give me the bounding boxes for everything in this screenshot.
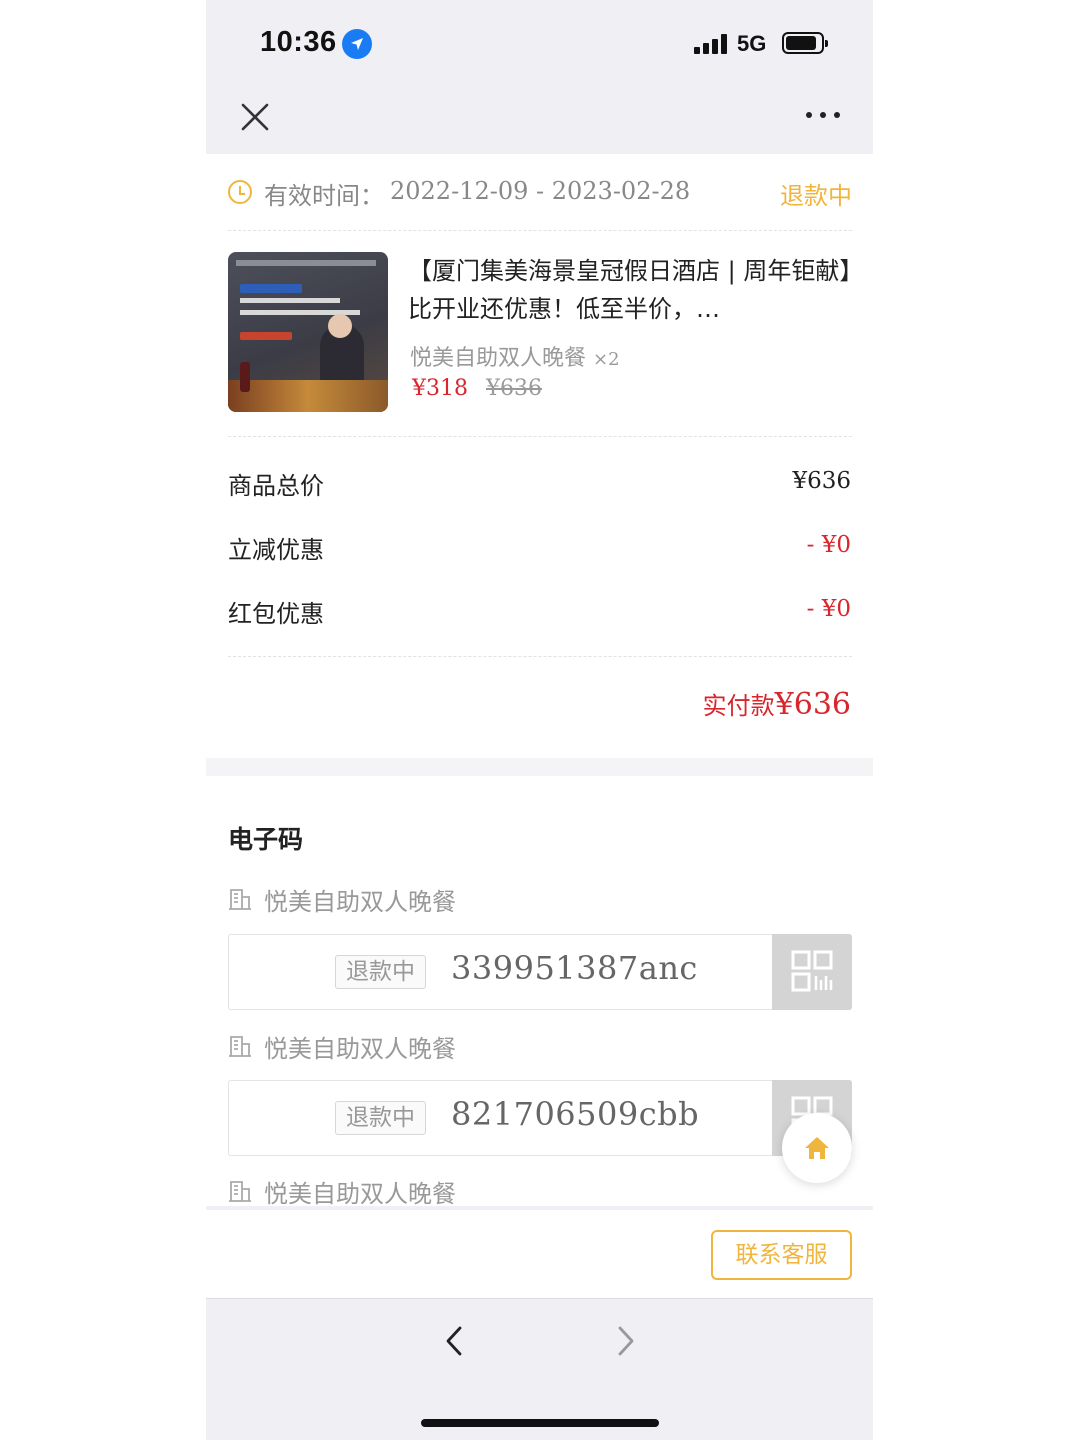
ecode-status-badge: 退款中 <box>335 1101 426 1135</box>
signal-icon <box>694 34 728 54</box>
divider <box>206 1206 873 1210</box>
variant-quantity: ×2 <box>593 349 620 370</box>
network-type: 5G <box>737 31 767 56</box>
status-time: 10:36 <box>260 26 337 58</box>
discount-value: - ¥0 <box>806 532 851 558</box>
back-icon[interactable] <box>442 1325 466 1357</box>
ecode-status-badge: 退款中 <box>335 955 426 989</box>
building-icon <box>229 1036 251 1057</box>
divider <box>228 656 852 657</box>
ecode-box: 退款中 339951387anc <box>228 934 852 1010</box>
browser-toolbar <box>206 1298 873 1440</box>
forward-icon[interactable] <box>614 1325 638 1357</box>
redpacket-label: 红包优惠 <box>228 600 324 628</box>
subtotal-value: ¥636 <box>792 468 851 494</box>
phone-screen: 10:36 5G 有效时间： 2022-12-09 - 2023-02-28 退… <box>206 0 873 1440</box>
qr-code-button[interactable] <box>772 934 852 1010</box>
home-indicator <box>421 1419 659 1427</box>
home-icon <box>805 1137 829 1159</box>
close-icon[interactable] <box>240 102 270 132</box>
ecode-value: 339951387anc <box>451 949 698 987</box>
divider <box>228 436 852 437</box>
ecode-title: 电子码 <box>228 825 304 854</box>
product-title[interactable]: 【厦门集美海景皇冠假日酒店 | 周年钜献】比开业还优惠！低至半价，… <box>408 252 852 328</box>
total-amount: ¥636 <box>774 687 851 722</box>
discount-label: 立减优惠 <box>228 536 324 564</box>
total-label: 实付款 <box>702 692 775 720</box>
product-variant: 悦美自助双人晚餐 ×2 <box>410 340 620 372</box>
total-paid: 实付款¥636 <box>703 686 851 722</box>
variant-name: 悦美自助双人晚餐 <box>410 346 587 371</box>
building-icon <box>229 1181 251 1202</box>
subtotal-label: 商品总价 <box>228 472 324 500</box>
section-gap <box>206 758 873 776</box>
more-icon[interactable] <box>806 112 844 122</box>
validity-range: 2022-12-09 - 2023-02-28 <box>390 177 691 205</box>
validity-row: 有效时间： 2022-12-09 - 2023-02-28 退款中 <box>228 172 852 212</box>
building-icon <box>229 889 251 910</box>
ecode-box: 退款中 821706509cbb <box>228 1080 852 1156</box>
contact-service-button[interactable]: 联系客服 <box>711 1230 852 1280</box>
qr-code-icon <box>791 950 833 992</box>
validity-label: 有效时间： <box>264 182 384 210</box>
product-thumbnail[interactable] <box>228 252 388 412</box>
clock-icon <box>228 180 252 204</box>
location-arrow-icon <box>342 29 372 59</box>
nav-bar <box>206 90 873 154</box>
divider <box>228 230 852 231</box>
status-bar: 10:36 5G <box>206 0 873 90</box>
price-current: ¥318 <box>412 376 468 401</box>
price-original: ¥636 <box>486 376 542 401</box>
order-status: 退款中 <box>780 182 852 210</box>
battery-icon <box>782 32 828 54</box>
home-button[interactable] <box>782 1113 852 1183</box>
ecode-value: 821706509cbb <box>451 1095 700 1133</box>
redpacket-value: - ¥0 <box>806 596 851 622</box>
